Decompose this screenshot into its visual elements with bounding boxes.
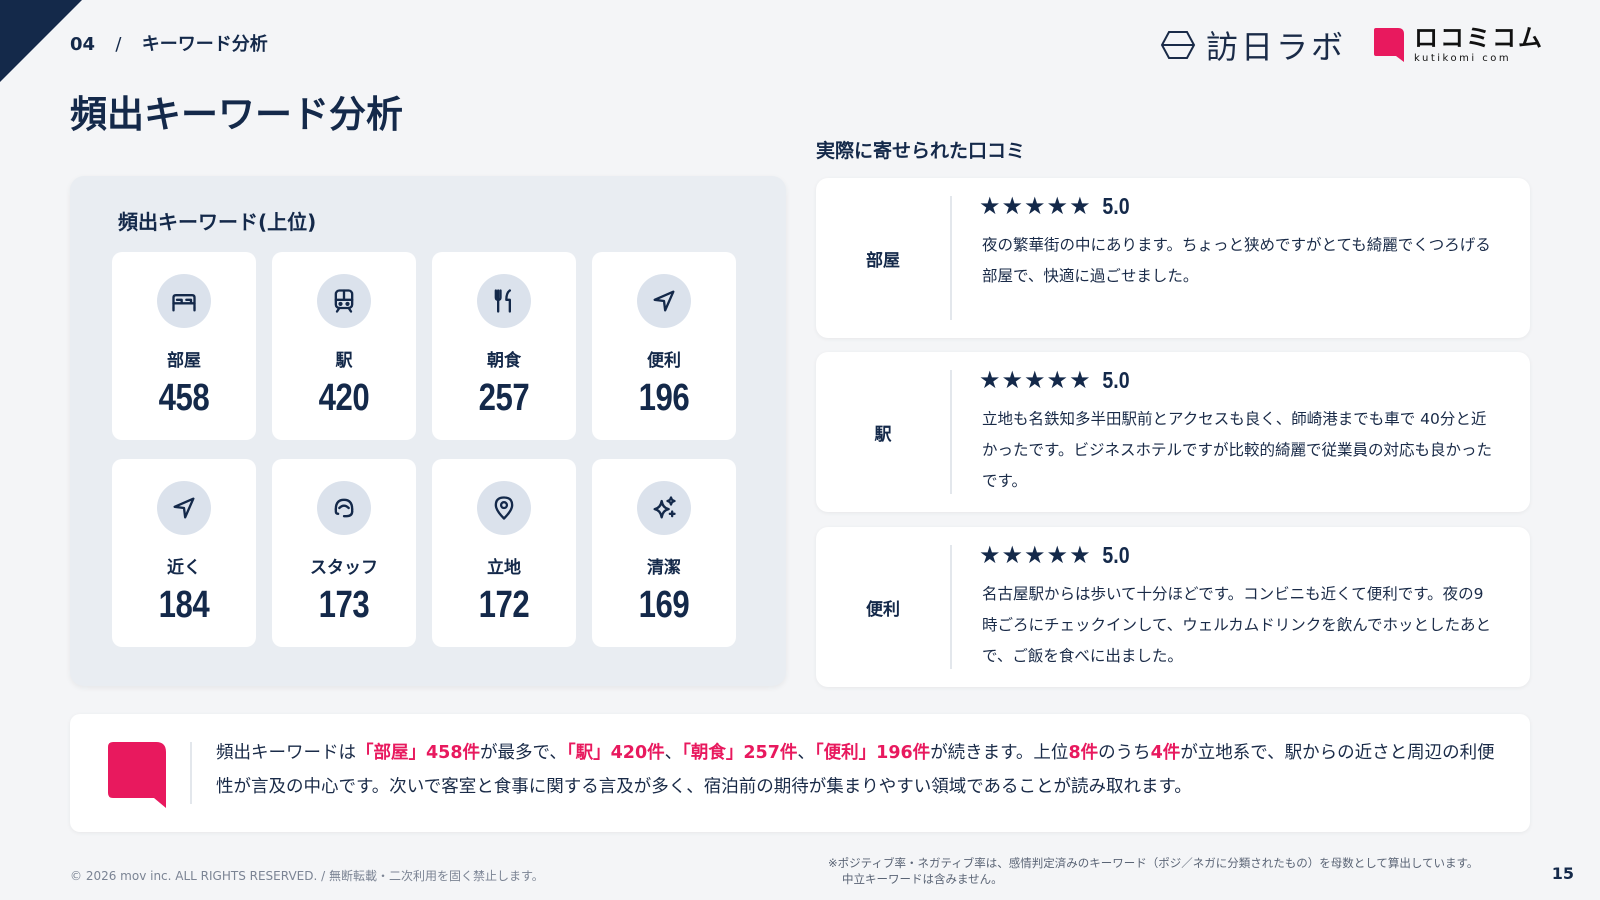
review-tag: 駅 <box>874 424 892 445</box>
review-rating: ★★★★★ 5.0 <box>979 192 1132 220</box>
review-card: 便利 ★★★★★ 5.0 名古屋駅からは歩いて十分ほどです。コンビニも近くて便利… <box>816 527 1530 687</box>
keyword-count: 169 <box>638 584 690 626</box>
keyword-label: 便利 <box>647 351 681 371</box>
train-icon <box>317 274 371 328</box>
summary-highlight: 8件 <box>1068 743 1099 763</box>
review-text: 立地も名鉄知多半田駅前とアクセスも良く、師崎港までも車で 40分と近かったです。… <box>982 410 1492 490</box>
review-text: 夜の繁華街の中にあります。ちょっと狭めですがとても綺麗でくつろげる部屋で、快適に… <box>982 236 1491 285</box>
kuchikomi-logo: ロコミコム kutikomi com <box>1372 26 1544 64</box>
sparkles-icon <box>637 481 691 535</box>
kuchikomi-text: ロコミコム <box>1414 24 1544 52</box>
keyword-card: 駅 420 <box>272 252 416 440</box>
keyword-count: 173 <box>318 584 370 626</box>
map-pin-icon <box>477 481 531 535</box>
review-tag: 便利 <box>866 599 900 620</box>
navigation-icon <box>157 481 211 535</box>
keyword-label: 部屋 <box>167 351 201 371</box>
star-rating-icon: ★★★★★ <box>979 541 1092 569</box>
review-score: 5.0 <box>1101 366 1130 393</box>
speech-bubble-logo-icon <box>1374 28 1404 62</box>
summary-segment: のうち <box>1098 743 1151 763</box>
keyword-label: スタッフ <box>310 558 378 578</box>
footnote: ※ポジティブ率・ネガティブ率は、感情判定済みのキーワード（ポジ／ネガに分類された… <box>828 855 1478 887</box>
review-rating: ★★★★★ 5.0 <box>979 366 1132 394</box>
keyword-panel: 頻出キーワード(上位) 部屋 458 駅 420 朝食 257 便利 196 近… <box>70 176 786 686</box>
reviews-title: 実際に寄せられた口コミ <box>816 140 1026 162</box>
bed-icon <box>157 274 211 328</box>
summary-box: 頻出キーワードは「部屋」458件が最多で、「駅」420件、「朝食」257件、「便… <box>70 714 1530 832</box>
summary-divider <box>190 742 192 804</box>
star-rating-icon: ★★★★★ <box>979 366 1092 394</box>
keyword-count: 420 <box>318 377 370 419</box>
keyword-label: 朝食 <box>487 351 521 371</box>
summary-segment: が続きます。上位 <box>930 743 1069 763</box>
keyword-card: スタッフ 173 <box>272 459 416 647</box>
star-rating-icon: ★★★★★ <box>979 192 1092 220</box>
keyword-label: 立地 <box>487 558 521 578</box>
review-divider <box>950 545 952 669</box>
hexagon-logo-icon <box>1160 31 1196 59</box>
review-score: 5.0 <box>1101 541 1130 568</box>
section-breadcrumb: 04 / キーワード分析 <box>70 30 268 56</box>
footnote-line: ※ポジティブ率・ネガティブ率は、感情判定済みのキーワード（ポジ／ネガに分類された… <box>828 856 1479 870</box>
navigation-icon <box>637 274 691 328</box>
summary-segment: 頻出キーワードは <box>216 743 356 763</box>
keyword-card: 便利 196 <box>592 252 736 440</box>
copyright: © 2026 mov inc. ALL RIGHTS RESERVED. / 無… <box>70 869 544 883</box>
summary-highlight: 「便利」196件 <box>814 743 931 763</box>
keyword-card: 清潔 169 <box>592 459 736 647</box>
section-separator: / <box>115 34 122 55</box>
review-text: 名古屋駅からは歩いて十分ほどです。コンビニも近くて便利です。夜の9時ごろにチェッ… <box>982 585 1492 665</box>
keyword-count: 184 <box>158 584 210 626</box>
summary-highlight: 「朝食」257件 <box>682 743 798 763</box>
review-score: 5.0 <box>1101 192 1130 219</box>
summary-highlight: 「部屋」458件 <box>356 743 481 763</box>
speech-bubble-icon <box>108 742 166 808</box>
section-name: キーワード分析 <box>141 34 268 55</box>
utensils-icon <box>477 274 531 328</box>
summary-segment: 、 <box>797 743 815 763</box>
review-rating: ★★★★★ 5.0 <box>979 541 1132 569</box>
keyword-label: 近く <box>167 558 201 578</box>
review-divider <box>950 196 952 320</box>
houjin-labo-text: 訪日ラボ <box>1205 28 1346 66</box>
review-tag: 部屋 <box>866 250 900 271</box>
keyword-count: 172 <box>478 584 530 626</box>
keyword-label: 駅 <box>335 351 353 371</box>
keyword-count: 257 <box>478 377 530 419</box>
summary-highlight: 「駅」420件 <box>566 743 665 763</box>
keyword-card: 立地 172 <box>432 459 576 647</box>
keyword-grid: 部屋 458 駅 420 朝食 257 便利 196 近く 184 スタッフ 1… <box>112 252 736 647</box>
kuchikomi-subtext: kutikomi com <box>1414 53 1512 64</box>
summary-segment: が最多で、 <box>480 743 567 763</box>
review-card: 駅 ★★★★★ 5.0 立地も名鉄知多半田駅前とアクセスも良く、師崎港までも車で… <box>816 352 1530 512</box>
keyword-label: 清潔 <box>647 558 681 578</box>
keyword-count: 196 <box>638 377 690 419</box>
logo-area: 訪日ラボ ロコミコム kutikomi com <box>1160 22 1544 68</box>
keyword-count: 458 <box>158 377 210 419</box>
review-card: 部屋 ★★★★★ 5.0 夜の繁華街の中にあります。ちょっと狭めですがとても綺麗… <box>816 178 1530 338</box>
staff-icon <box>317 481 371 535</box>
summary-segment: 、 <box>664 743 683 763</box>
houjin-labo-logo: 訪日ラボ <box>1160 22 1346 68</box>
keyword-card: 部屋 458 <box>112 252 256 440</box>
keyword-card: 朝食 257 <box>432 252 576 440</box>
keyword-panel-title: 頻出キーワード(上位) <box>118 210 317 234</box>
section-number: 04 <box>70 34 96 55</box>
keyword-card: 近く 184 <box>112 459 256 647</box>
summary-text: 頻出キーワードは「部屋」458件が最多で、「駅」420件、「朝食」257件、「便… <box>216 736 1506 804</box>
summary-highlight: 4件 <box>1150 743 1181 763</box>
footnote-line: 中立キーワードは含みません。 <box>842 872 1003 886</box>
review-divider <box>950 370 952 494</box>
page-number: 15 <box>1551 864 1574 883</box>
page-title: 頻出キーワード分析 <box>70 93 403 136</box>
